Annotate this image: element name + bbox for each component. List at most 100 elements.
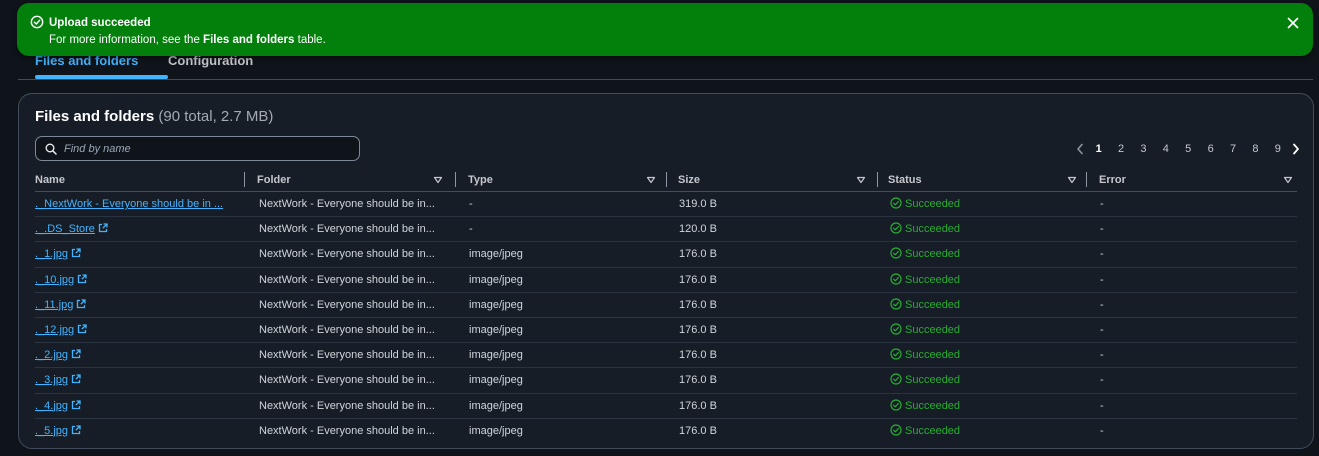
- file-name-link[interactable]: ._1.jpg: [35, 248, 68, 260]
- active-tab-indicator: [35, 75, 168, 79]
- file-name-link[interactable]: ._NextWork - Everyone should be in ...: [35, 198, 223, 210]
- flash-message-link: Files and folders: [203, 34, 295, 46]
- size-cell: 176.0 B: [679, 399, 717, 412]
- external-link-icon[interactable]: [71, 425, 81, 435]
- page-1-button[interactable]: 1: [1087, 143, 1109, 155]
- type-cell: image/jpeg: [469, 248, 523, 261]
- file-name-link[interactable]: ._10.jpg: [35, 274, 74, 286]
- page-5-button[interactable]: 5: [1177, 143, 1199, 155]
- table-row: ._.DS_Store NextWork - Everyone should be…: [35, 217, 1297, 243]
- file-name-cell: ._10.jpg: [35, 268, 240, 293]
- column-header-status[interactable]: Status: [888, 172, 1098, 192]
- check-circle-icon: [890, 424, 902, 436]
- table-row: ._1.jpg NextWork - Everyone should be in.…: [35, 242, 1297, 268]
- folder-cell: NextWork - Everyone should be in...: [259, 349, 435, 362]
- size-cell: 120.0 B: [679, 223, 717, 236]
- type-cell: image/jpeg: [469, 399, 523, 412]
- file-name-link[interactable]: ._5.jpg: [35, 425, 68, 437]
- external-link-icon[interactable]: [98, 223, 108, 233]
- external-link-icon[interactable]: [71, 374, 81, 384]
- file-name-link[interactable]: ._3.jpg: [35, 374, 68, 386]
- status-cell: Succeeded: [890, 192, 1070, 217]
- type-cell: image/jpeg: [469, 298, 523, 311]
- search-input[interactable]: [64, 140, 354, 158]
- status-cell: Succeeded: [890, 293, 1070, 318]
- caret-down-icon[interactable]: [856, 175, 866, 185]
- check-circle-icon: [890, 348, 902, 360]
- flash-message: For more information, see the Files and …: [49, 34, 326, 46]
- status-cell: Succeeded: [890, 419, 1070, 444]
- file-name-link[interactable]: ._12.jpg: [35, 324, 74, 336]
- status-label: Succeeded: [905, 424, 961, 437]
- status-cell: Succeeded: [890, 343, 1070, 368]
- folder-cell: NextWork - Everyone should be in...: [259, 323, 435, 336]
- chevron-left-icon[interactable]: [1073, 141, 1087, 157]
- external-link-icon[interactable]: [77, 273, 87, 284]
- column-header-type[interactable]: Type: [468, 172, 678, 192]
- column-divider[interactable]: [1086, 172, 1087, 187]
- page-4-button[interactable]: 4: [1155, 143, 1177, 155]
- file-name-cell: ._4.jpg: [35, 394, 240, 419]
- table-row: ._10.jpg NextWork - Everyone should be in…: [35, 268, 1297, 293]
- status-label: Succeeded: [905, 273, 961, 286]
- search-icon: [45, 143, 57, 155]
- close-icon[interactable]: [1285, 15, 1301, 31]
- error-cell: -: [1100, 374, 1104, 387]
- error-cell: -: [1100, 298, 1104, 311]
- status-cell: Succeeded: [890, 217, 1070, 242]
- check-circle-icon: [890, 398, 902, 411]
- external-link-icon[interactable]: [76, 299, 86, 309]
- panel-title: Files and folders: [35, 108, 155, 125]
- status-label: Succeeded: [905, 323, 961, 336]
- check-circle-icon: [30, 15, 44, 29]
- table-row: ._4.jpg NextWork - Everyone should be in.…: [35, 394, 1297, 419]
- column-header-name[interactable]: Name: [35, 172, 245, 192]
- error-cell: -: [1100, 323, 1104, 336]
- external-link-icon[interactable]: [71, 248, 81, 258]
- chevron-right-icon[interactable]: [1289, 141, 1303, 157]
- file-name-link[interactable]: ._11.jpg: [35, 299, 73, 311]
- file-name-link[interactable]: ._4.jpg: [35, 400, 68, 412]
- status-label: Succeeded: [905, 374, 961, 387]
- table-row: ._5.jpg NextWork - Everyone should be in.…: [35, 419, 1297, 444]
- size-cell: 176.0 B: [679, 248, 717, 261]
- folder-cell: NextWork - Everyone should be in...: [259, 424, 435, 437]
- status-cell: Succeeded: [890, 394, 1070, 419]
- column-header-size[interactable]: Size: [678, 172, 888, 192]
- check-circle-icon: [890, 298, 902, 310]
- size-cell: 176.0 B: [679, 298, 717, 311]
- column-header-error[interactable]: Error: [1099, 172, 1297, 192]
- external-link-icon[interactable]: [71, 349, 81, 359]
- folder-cell: NextWork - Everyone should be in...: [259, 399, 435, 412]
- file-name-link[interactable]: ._2.jpg: [35, 349, 68, 361]
- error-cell: -: [1100, 349, 1104, 362]
- caret-down-icon[interactable]: [1067, 175, 1077, 185]
- page-3-button[interactable]: 3: [1132, 143, 1154, 155]
- file-name-link[interactable]: ._.DS_Store: [35, 223, 95, 235]
- table-row: ._11.jpg NextWork - Everyone should be in…: [35, 293, 1297, 318]
- page-8-button[interactable]: 8: [1244, 143, 1266, 155]
- external-link-icon[interactable]: [71, 399, 81, 410]
- column-divider[interactable]: [455, 172, 456, 187]
- table-row: ._12.jpg NextWork - Everyone should be in…: [35, 318, 1297, 344]
- folder-cell: NextWork - Everyone should be in...: [259, 374, 435, 387]
- column-header-folder[interactable]: Folder: [257, 172, 467, 192]
- caret-down-icon[interactable]: [1283, 175, 1293, 185]
- caret-down-icon[interactable]: [646, 175, 656, 185]
- status-cell: Succeeded: [890, 368, 1070, 393]
- column-divider[interactable]: [877, 172, 878, 187]
- column-divider[interactable]: [244, 172, 245, 187]
- check-circle-icon: [890, 222, 902, 234]
- caret-down-icon[interactable]: [433, 175, 443, 185]
- page-9-button[interactable]: 9: [1267, 143, 1289, 155]
- column-divider[interactable]: [666, 172, 667, 187]
- check-circle-icon: [890, 247, 902, 259]
- error-cell: -: [1100, 424, 1104, 437]
- external-link-icon[interactable]: [77, 324, 87, 334]
- file-name-cell: ._11.jpg: [35, 293, 240, 318]
- page-7-button[interactable]: 7: [1222, 143, 1244, 155]
- page-6-button[interactable]: 6: [1199, 143, 1221, 155]
- status-cell: Succeeded: [890, 268, 1070, 293]
- status-cell: Succeeded: [890, 242, 1070, 267]
- page-2-button[interactable]: 2: [1110, 143, 1132, 155]
